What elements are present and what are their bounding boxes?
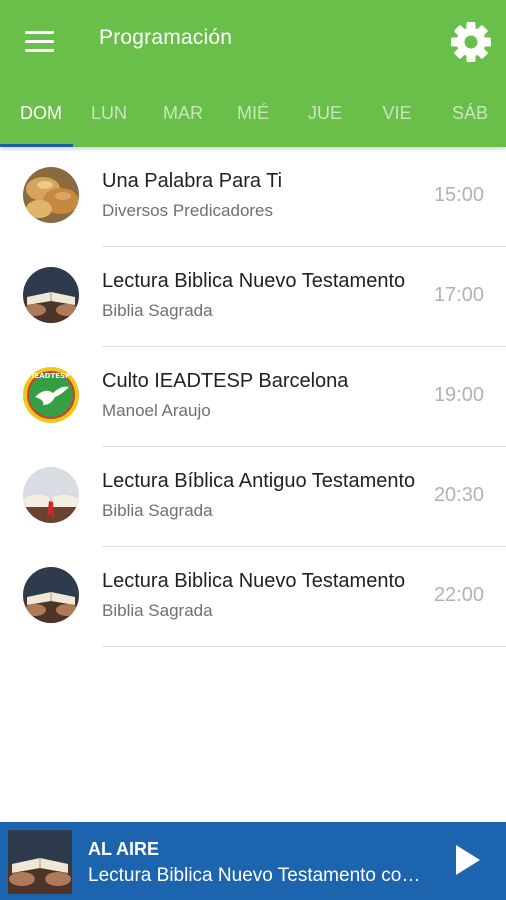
program-title: Lectura Biblica Nuevo Testamento	[102, 270, 406, 292]
schedule-item[interactable]: Lectura Biblica Nuevo Testamento Biblia …	[0, 247, 506, 347]
program-title: Una Palabra Para Ti	[102, 170, 283, 192]
hands-holding-bible-image	[23, 267, 79, 323]
toolbar: Programación	[0, 0, 506, 82]
program-presenter: Biblia Sagrada	[102, 501, 213, 520]
now-playing-bar[interactable]: AL AIRE Lectura Biblica Nuevo Testamento…	[0, 822, 506, 900]
tab-label: LUN	[90, 103, 127, 123]
program-time: 20:30	[433, 484, 484, 506]
program-title: Lectura Biblica Nuevo Testamento	[102, 570, 406, 592]
logo-text: IEADTESP	[32, 372, 70, 380]
program-presenter: Manoel Araujo	[102, 401, 211, 420]
schedule-item[interactable]: Una Palabra Para Ti Diversos Predicadore…	[0, 147, 506, 247]
open-bible-ribbon-image	[23, 467, 79, 523]
program-time: 17:00	[433, 284, 484, 306]
tab-indicator	[0, 144, 73, 147]
hamburger-menu-icon[interactable]	[22, 28, 58, 56]
tab-lun[interactable]: LUN	[73, 90, 145, 147]
tab-jue[interactable]: JUE	[289, 90, 361, 147]
program-time: 19:00	[433, 384, 484, 406]
hands-holding-bible-image	[23, 567, 79, 623]
day-tabs: DOM LUN MAR MIÉ JUE VIE SÁB	[0, 90, 506, 147]
bread-loaves-image	[23, 167, 79, 223]
tab-label: SÁB	[451, 103, 489, 123]
program-time: 15:00	[433, 184, 484, 206]
tab-vie[interactable]: VIE	[361, 90, 433, 147]
schedule-item[interactable]: Lectura Biblica Nuevo Testamento Biblia …	[0, 547, 506, 647]
page-title: Programación	[99, 26, 233, 49]
tab-sab[interactable]: SÁB	[434, 90, 506, 147]
program-presenter: Biblia Sagrada	[102, 301, 213, 320]
play-icon[interactable]	[452, 843, 482, 877]
app-bar: Programación DOM LUN MAR MIÉ JUE VIE SÁB	[0, 0, 506, 147]
tab-label: MAR	[163, 103, 203, 123]
program-title: Lectura Bíblica Antiguo Testamento	[102, 470, 416, 492]
tab-mie[interactable]: MIÉ	[217, 90, 289, 147]
now-playing-title: Lectura Biblica Nuevo Testamento con la …	[88, 865, 430, 886]
tab-label: DOM	[20, 103, 62, 123]
tab-label: MIÉ	[236, 103, 269, 123]
row-divider	[102, 646, 506, 647]
tab-label: JUE	[307, 103, 342, 123]
program-time: 22:00	[433, 584, 484, 606]
on-air-label: AL AIRE	[88, 839, 160, 859]
hands-holding-bible-image	[8, 830, 72, 894]
tab-label: VIE	[382, 103, 412, 123]
program-title: Culto IEADTESP Barcelona	[102, 370, 349, 392]
program-presenter: Biblia Sagrada	[102, 601, 213, 620]
schedule-item[interactable]: IEADTESP Culto IEADTESP Barcelona Manoel…	[0, 347, 506, 447]
ieadtesp-dove-logo: IEADTESP	[23, 367, 79, 423]
schedule-item[interactable]: Lectura Bíblica Antiguo Testamento Bibli…	[0, 447, 506, 547]
program-presenter: Diversos Predicadores	[102, 201, 274, 220]
gear-icon[interactable]	[448, 19, 494, 65]
tab-mar[interactable]: MAR	[147, 90, 219, 147]
tab-dom[interactable]: DOM	[0, 90, 82, 147]
